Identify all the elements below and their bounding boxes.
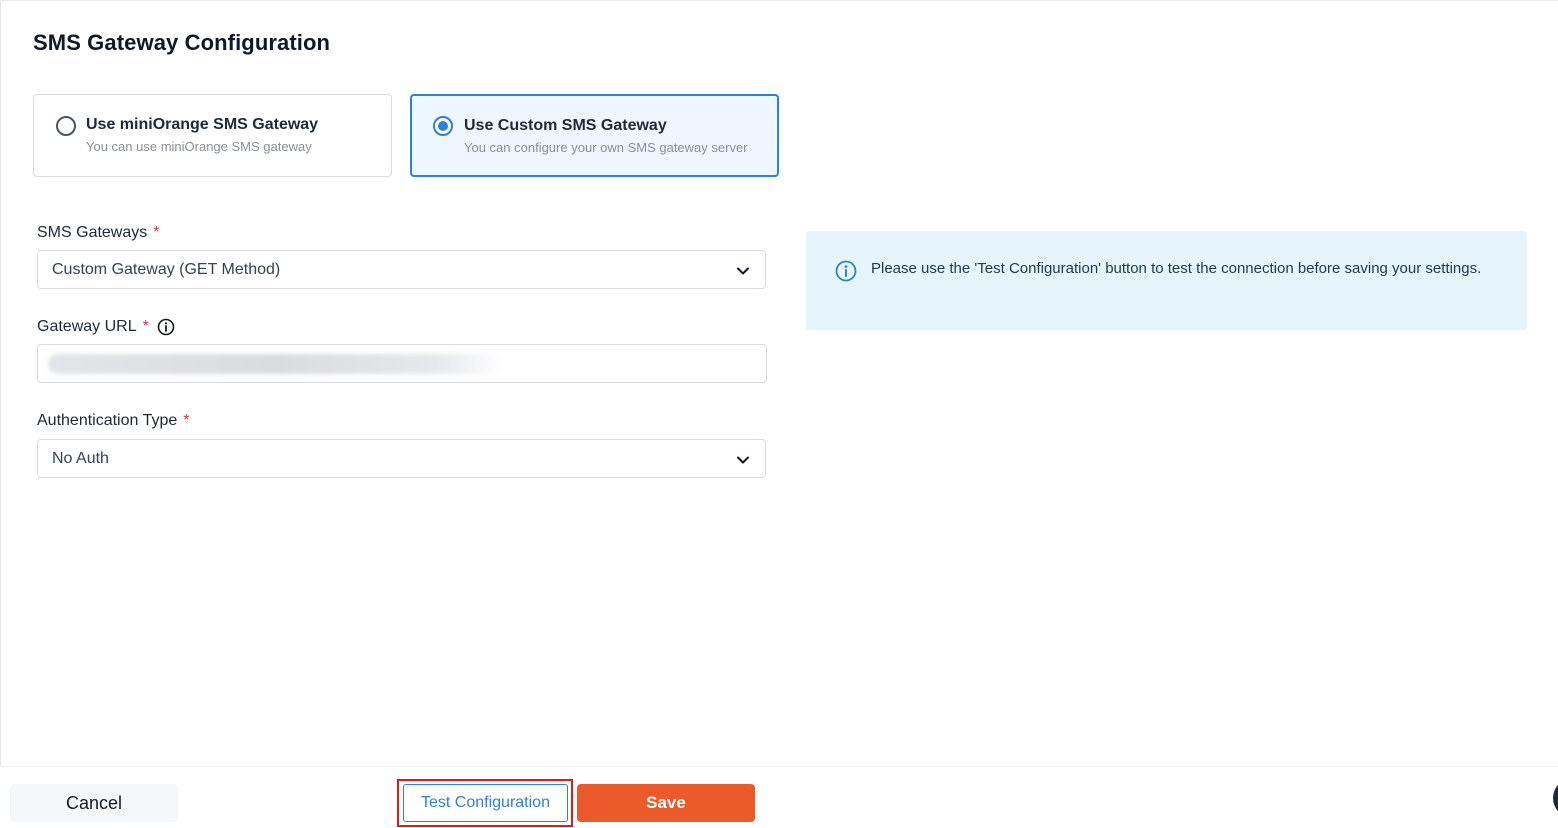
gateway-url-label: Gateway URL *: [37, 318, 175, 336]
info-icon: [835, 260, 857, 282]
info-message: Please use the 'Test Configuration' butt…: [871, 260, 1482, 277]
auth-type-select[interactable]: No Auth: [37, 439, 766, 478]
select-value: No Auth: [52, 450, 109, 467]
window-top-border: [0, 0, 1558, 1]
sms-gateways-select[interactable]: Custom Gateway (GET Method): [37, 250, 766, 289]
option-description: You can configure your own SMS gateway s…: [464, 140, 748, 155]
footer-bar: [0, 766, 1558, 828]
info-panel: Please use the 'Test Configuration' butt…: [806, 231, 1527, 330]
page-title: SMS Gateway Configuration: [33, 30, 331, 55]
sms-gateways-label: SMS Gateways *: [37, 224, 160, 242]
auth-type-label: Authentication Type *: [37, 412, 189, 430]
field-label-text: Gateway URL: [37, 318, 137, 335]
required-mark: *: [142, 318, 149, 335]
save-button[interactable]: Save: [577, 784, 755, 822]
option-title: Use Custom SMS Gateway: [464, 117, 667, 134]
redacted-url-value: [48, 354, 504, 374]
radio-icon[interactable]: [433, 116, 453, 136]
option-custom-gateway[interactable]: Use Custom SMS Gateway You can configure…: [410, 94, 779, 177]
required-mark: *: [183, 412, 190, 429]
chevron-down-icon: [737, 456, 749, 464]
field-label-text: SMS Gateways: [37, 224, 148, 241]
test-configuration-button[interactable]: Test Configuration: [403, 784, 568, 822]
field-label-text: Authentication Type: [37, 412, 178, 429]
info-icon[interactable]: [157, 318, 175, 336]
option-title: Use miniOrange SMS Gateway: [86, 116, 319, 133]
window-left-border: [0, 0, 1, 828]
chevron-down-icon: [737, 267, 749, 275]
option-description: You can use miniOrange SMS gateway: [86, 139, 312, 154]
option-miniorange-gateway[interactable]: Use miniOrange SMS Gateway You can use m…: [33, 94, 392, 177]
required-mark: *: [153, 224, 160, 241]
cancel-button[interactable]: Cancel: [10, 784, 178, 822]
select-value: Custom Gateway (GET Method): [52, 261, 281, 278]
gateway-url-input[interactable]: [37, 344, 767, 383]
radio-icon[interactable]: [56, 116, 76, 136]
